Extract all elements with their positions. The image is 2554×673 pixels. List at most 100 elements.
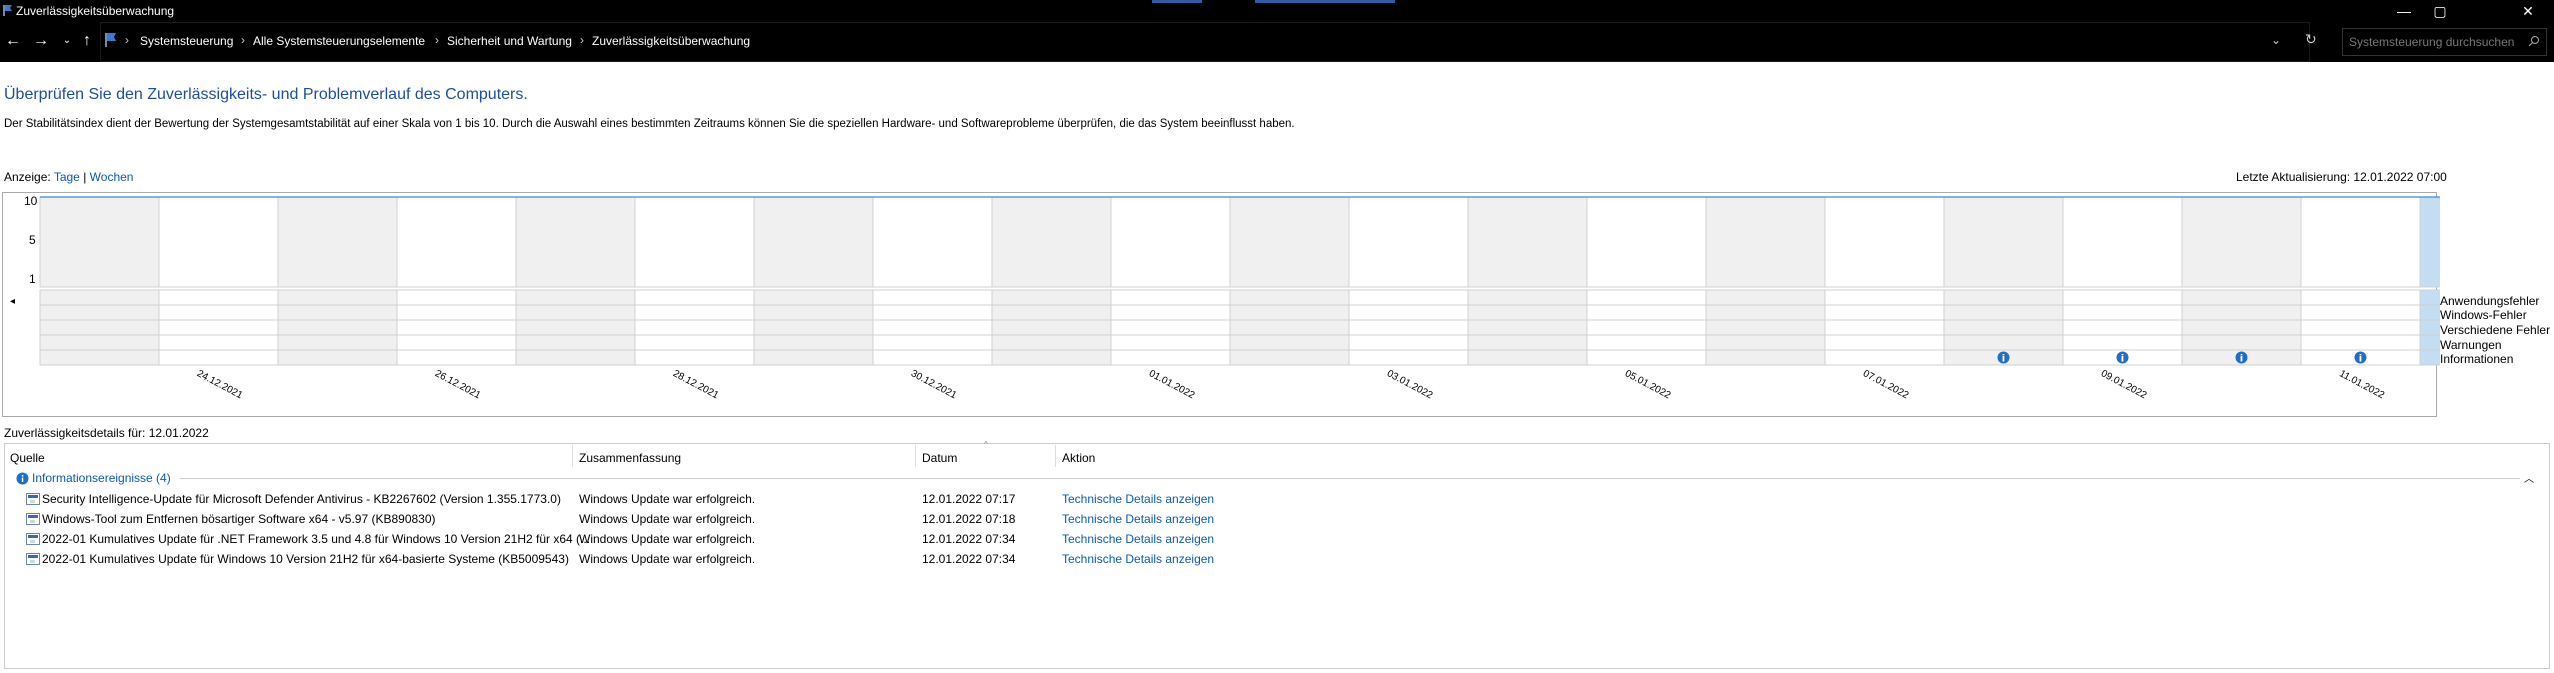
sort-caret-icon: ^ — [984, 440, 988, 449]
day-column-event-cell[interactable] — [1229, 289, 1350, 366]
day-column-event-cell[interactable] — [991, 289, 1112, 366]
legend-row-label: Windows-Fehler — [2440, 308, 2527, 322]
day-column-index-cell[interactable] — [1824, 196, 1945, 288]
page-title: Überprüfen Sie den Zuverlässigkeits- und… — [4, 86, 528, 103]
breadcrumb-item[interactable]: Alle Systemsteuerungselemente — [253, 34, 425, 48]
day-column-index-cell[interactable] — [1348, 196, 1469, 288]
back-arrow-icon[interactable]: ← — [4, 32, 22, 50]
x-date-label[interactable]: 03.01.2022 — [1385, 368, 1435, 401]
x-date-label[interactable]: 09.01.2022 — [2099, 368, 2149, 401]
day-column-index-cell[interactable] — [1705, 196, 1826, 288]
day-column-index-cell[interactable] — [1467, 196, 1588, 288]
view-selector: Anzeige: Tage | Wochen — [4, 170, 133, 184]
refresh-icon[interactable]: ↻ — [2305, 31, 2317, 48]
technical-details-link[interactable]: Technische Details anzeigen — [1062, 492, 1214, 506]
collapse-chevron-icon[interactable]: ︿ — [2524, 470, 2534, 485]
day-column-index-cell[interactable] — [2062, 196, 2183, 288]
day-column-index-cell[interactable] — [2419, 196, 2440, 288]
day-column-index-cell[interactable] — [2300, 196, 2421, 288]
day-column-event-cell[interactable] — [396, 289, 517, 366]
breadcrumb-item[interactable]: Zuverlässigkeitsüberwachung — [592, 34, 750, 48]
row-source: Security Intelligence-Update für Microso… — [42, 492, 561, 506]
up-arrow-icon[interactable]: ↑ — [78, 32, 96, 50]
legend-row-label: Verschiedene Fehler — [2440, 323, 2551, 337]
column-divider[interactable] — [572, 445, 573, 467]
group-header[interactable]: Informationsereignisse (4) — [32, 471, 171, 485]
group-divider — [180, 478, 2520, 479]
accent-mark — [1152, 0, 1202, 3]
day-column-event-cell[interactable] — [1705, 289, 1826, 366]
day-column-event-cell[interactable] — [872, 289, 993, 366]
day-column-index-cell[interactable] — [753, 196, 874, 288]
column-header-summary[interactable]: Zusammenfassung — [579, 451, 681, 465]
maximize-button[interactable]: ▢ — [2430, 2, 2450, 20]
chevron-down-icon[interactable]: ⌄ — [2271, 33, 2281, 47]
day-column-event-cell[interactable] — [1110, 289, 1231, 366]
row-source: 2022-01 Kumulatives Update für Windows 1… — [42, 552, 569, 566]
information-event-glyph[interactable]: i — [2359, 354, 2362, 365]
day-column-event-cell[interactable] — [2419, 289, 2440, 366]
view-days-link[interactable]: Tage — [54, 170, 80, 184]
legend-row-label: Warnungen — [2440, 338, 2502, 352]
breadcrumb-separator-icon: › — [125, 33, 129, 47]
information-event-glyph[interactable]: i — [2002, 354, 2005, 365]
recent-chevron-icon[interactable]: ⌄ — [58, 35, 76, 46]
breadcrumb-item[interactable]: Systemsteuerung — [140, 34, 233, 48]
row-summary: Windows Update war erfolgreich. — [579, 532, 756, 546]
day-column-event-cell[interactable] — [158, 289, 279, 366]
x-date-label[interactable]: 11.01.2022 — [2337, 368, 2386, 401]
row-summary: Windows Update war erfolgreich. — [579, 552, 756, 566]
column-header-source[interactable]: Quelle — [10, 451, 45, 465]
last-update-label: Letzte Aktualisierung: 12.01.2022 07:00 — [2236, 170, 2447, 184]
day-column-event-cell[interactable] — [515, 289, 636, 366]
day-column-index-cell[interactable] — [39, 196, 160, 288]
day-column-event-cell[interactable] — [1824, 289, 1945, 366]
flag-icon — [105, 33, 116, 47]
column-header-action[interactable]: Aktion — [1062, 451, 1095, 465]
day-column-index-cell[interactable] — [634, 196, 755, 288]
close-button[interactable]: ✕ — [2518, 2, 2538, 20]
information-event-glyph[interactable]: i — [2121, 354, 2124, 365]
day-column-index-cell[interactable] — [396, 196, 517, 288]
information-event-glyph[interactable]: i — [2240, 354, 2243, 365]
column-divider[interactable] — [915, 445, 916, 467]
day-column-index-cell[interactable] — [158, 196, 279, 288]
day-column-index-cell[interactable] — [991, 196, 1112, 288]
day-column-event-cell[interactable] — [753, 289, 874, 366]
day-column-event-cell[interactable] — [1467, 289, 1588, 366]
view-weeks-link[interactable]: Wochen — [90, 170, 134, 184]
day-column-event-cell[interactable] — [39, 289, 160, 366]
minimize-button[interactable]: — — [2394, 2, 2414, 20]
x-date-label[interactable]: 05.01.2022 — [1623, 368, 1673, 401]
x-date-label[interactable]: 28.12.2021 — [671, 368, 721, 401]
technical-details-link[interactable]: Technische Details anzeigen — [1062, 532, 1214, 546]
stability-chart[interactable]: 24.12.2021 26.12.2021 28.12.2021 30.12.2021… — [0, 192, 2440, 418]
day-column-index-cell[interactable] — [1586, 196, 1707, 288]
search-input[interactable]: Systemsteuerung durchsuchen — [2342, 28, 2547, 56]
technical-details-link[interactable]: Technische Details anzeigen — [1062, 552, 1214, 566]
x-date-label[interactable]: 07.01.2022 — [1861, 368, 1911, 401]
x-date-label[interactable]: 01.01.2022 — [1147, 368, 1197, 401]
x-date-label[interactable]: 24.12.2021 — [195, 368, 245, 401]
day-column-event-cell[interactable] — [634, 289, 755, 366]
x-date-label[interactable]: 26.12.2021 — [433, 368, 483, 401]
day-column-index-cell[interactable] — [1229, 196, 1350, 288]
day-column-index-cell[interactable] — [277, 196, 398, 288]
day-column-index-cell[interactable] — [515, 196, 636, 288]
day-column-index-cell[interactable] — [872, 196, 993, 288]
forward-arrow-icon[interactable]: → — [32, 32, 50, 50]
column-header-date[interactable]: Datum — [922, 451, 957, 465]
update-icon — [26, 513, 40, 525]
day-column-index-cell[interactable] — [2181, 196, 2302, 288]
breadcrumb[interactable] — [100, 22, 2310, 62]
day-column-event-cell[interactable] — [1586, 289, 1707, 366]
day-column-event-cell[interactable] — [277, 289, 398, 366]
day-column-index-cell[interactable] — [1110, 196, 1231, 288]
breadcrumb-item[interactable]: Sicherheit und Wartung — [447, 34, 572, 48]
x-date-label[interactable]: 30.12.2021 — [909, 368, 959, 401]
technical-details-link[interactable]: Technische Details anzeigen — [1062, 512, 1214, 526]
day-column-index-cell[interactable] — [1943, 196, 2064, 288]
search-icon[interactable] — [2528, 35, 2540, 47]
column-divider[interactable] — [1055, 445, 1056, 467]
day-column-event-cell[interactable] — [1348, 289, 1469, 366]
